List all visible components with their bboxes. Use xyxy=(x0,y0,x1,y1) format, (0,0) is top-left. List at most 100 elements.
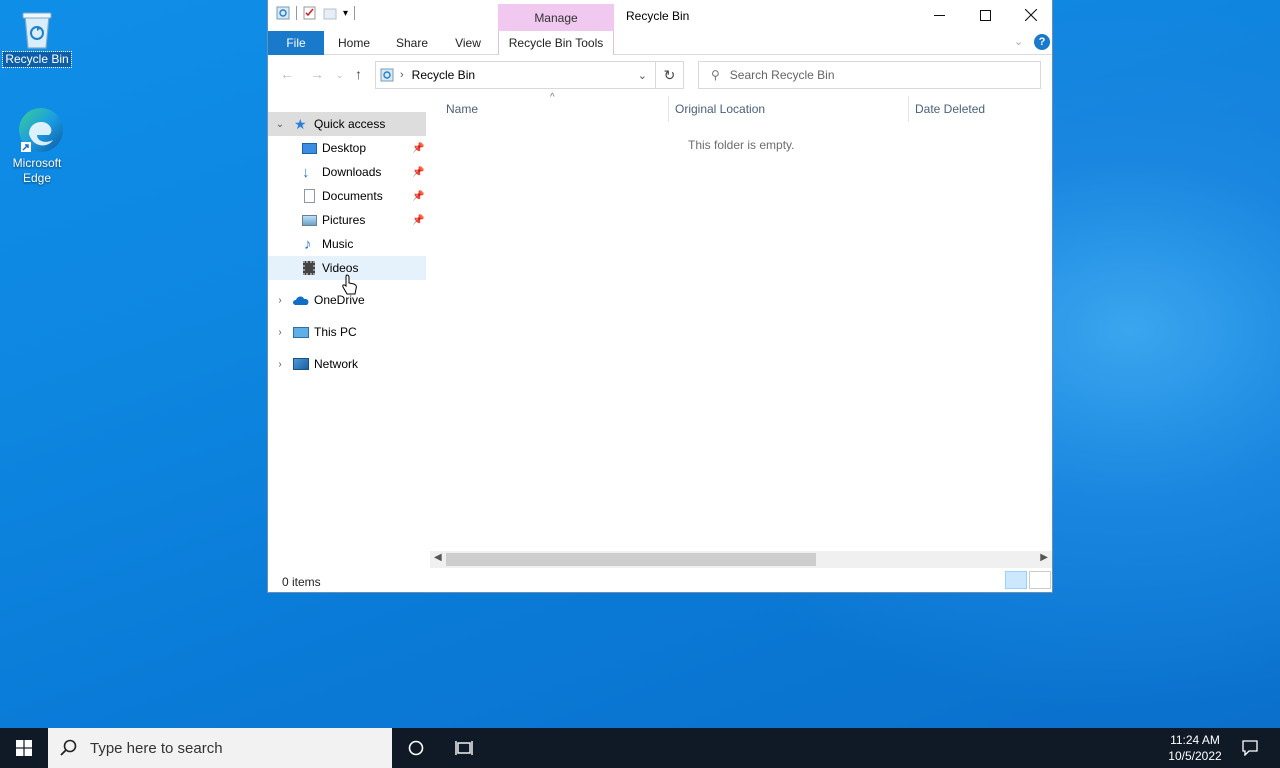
nav-item-label: Desktop xyxy=(322,141,367,155)
large-icons-view-icon[interactable] xyxy=(1029,571,1051,589)
maximize-button[interactable] xyxy=(962,0,1008,30)
close-button[interactable] xyxy=(1008,0,1054,30)
nav-item-label: This PC xyxy=(314,325,357,339)
manage-tab-group: Manage xyxy=(498,4,614,31)
network-icon xyxy=(293,358,309,370)
taskbar-search-placeholder: Type here to search xyxy=(90,739,223,757)
nav-item-documents[interactable]: Documents 📌 xyxy=(268,184,426,208)
tab-file[interactable]: File xyxy=(268,31,324,55)
clock-date: 10/5/2022 xyxy=(1168,749,1222,763)
chevron-right-icon[interactable]: › xyxy=(274,295,286,306)
nav-item-desktop[interactable]: Desktop 📌 xyxy=(268,136,426,160)
downloads-icon: ↓ xyxy=(302,163,310,181)
scroll-right-icon[interactable]: ▶ xyxy=(1040,552,1048,563)
chevron-right-icon[interactable]: › xyxy=(274,327,286,338)
refresh-button[interactable]: ↻ xyxy=(656,61,684,89)
system-clock[interactable]: 11:24 AM 10/5/2022 xyxy=(1160,732,1230,764)
minimize-button[interactable] xyxy=(916,0,962,30)
help-icon[interactable]: ? xyxy=(1034,34,1050,50)
navigation-pane: ⌄ ★ Quick access Desktop 📌 ↓ Downloads 📌… xyxy=(268,112,426,376)
nav-item-network[interactable]: › Network xyxy=(268,352,426,376)
chevron-right-icon[interactable]: › xyxy=(274,359,286,370)
clock-time: 11:24 AM xyxy=(1170,733,1220,747)
star-icon: ★ xyxy=(294,115,307,132)
pin-icon[interactable]: 📌 xyxy=(412,191,424,202)
tab-recycle-bin-tools[interactable]: Recycle Bin Tools xyxy=(498,31,614,55)
back-arrow-icon[interactable]: ← xyxy=(280,66,294,82)
start-button[interactable] xyxy=(0,728,48,768)
quick-access-toolbar: ▾ xyxy=(276,6,356,20)
nav-item-music[interactable]: ♪ Music xyxy=(268,232,426,256)
task-view-icon xyxy=(455,741,473,755)
status-item-count: 0 items xyxy=(282,575,321,589)
desktop-icon-label: Recycle Bin xyxy=(2,51,72,68)
properties-icon[interactable] xyxy=(303,6,317,20)
new-folder-icon[interactable] xyxy=(323,6,337,20)
scrollbar-thumb[interactable] xyxy=(446,553,816,566)
action-center-button[interactable] xyxy=(1226,728,1274,768)
tab-home[interactable]: Home xyxy=(330,31,378,55)
music-icon: ♪ xyxy=(304,235,312,253)
search-icon: ⚲ xyxy=(711,68,720,82)
recycle-bin-icon xyxy=(15,8,59,52)
nav-item-label: Quick access xyxy=(314,117,386,131)
ribbon-tabs: File Home Share View Recycle Bin Tools ⌄… xyxy=(268,31,1052,55)
videos-icon xyxy=(303,261,315,275)
nav-quick-access[interactable]: ⌄ ★ Quick access xyxy=(268,112,426,136)
desktop-icon-edge[interactable]: Microsoft Edge xyxy=(2,104,72,186)
nav-item-label: Music xyxy=(322,237,354,251)
nav-item-label: Videos xyxy=(322,261,359,275)
nav-item-pictures[interactable]: Pictures 📌 xyxy=(268,208,426,232)
address-dropdown-icon[interactable]: ⌄ xyxy=(638,69,647,82)
scroll-left-icon[interactable]: ◀ xyxy=(434,552,442,563)
view-switcher xyxy=(1005,571,1051,589)
search-icon xyxy=(60,739,77,756)
edge-icon xyxy=(15,104,63,156)
address-bar[interactable]: › Recycle Bin ⌄ xyxy=(375,61,656,89)
breadcrumb[interactable]: Recycle Bin xyxy=(412,68,475,82)
tab-share[interactable]: Share xyxy=(388,31,436,55)
refresh-icon: ↻ xyxy=(663,66,676,83)
separator xyxy=(296,6,297,20)
cortana-button[interactable] xyxy=(392,728,440,768)
desktop-icon-label: Edge xyxy=(22,171,52,185)
expand-ribbon-icon[interactable]: ⌄ xyxy=(1014,35,1023,48)
documents-icon xyxy=(304,189,315,203)
this-pc-icon xyxy=(293,326,309,338)
column-header-name[interactable]: Name xyxy=(446,96,478,122)
column-divider[interactable] xyxy=(668,96,669,122)
forward-arrow-icon[interactable]: → xyxy=(310,66,324,82)
column-header-original-location[interactable]: Original Location xyxy=(675,96,765,122)
empty-folder-message: This folder is empty. xyxy=(688,138,795,152)
nav-item-label: Downloads xyxy=(322,165,382,179)
title-bar: ▾ Manage Recycle Bin xyxy=(268,0,1052,31)
customize-toolbar-icon[interactable]: ▾ xyxy=(343,8,348,19)
recycle-bin-small-icon xyxy=(380,68,394,82)
hand-cursor-icon xyxy=(342,274,357,295)
nav-item-this-pc[interactable]: › This PC xyxy=(268,320,426,344)
search-placeholder: Search Recycle Bin xyxy=(729,68,835,82)
column-divider[interactable] xyxy=(908,96,909,122)
pin-icon[interactable]: 📌 xyxy=(412,143,424,154)
desktop-folder-icon xyxy=(302,142,317,154)
up-arrow-icon[interactable]: ↑ xyxy=(355,66,362,82)
nav-item-label: Documents xyxy=(322,189,383,203)
desktop-icon-label: Microsoft xyxy=(12,156,62,170)
windows-logo-icon xyxy=(16,740,32,756)
nav-item-label: Pictures xyxy=(322,213,366,227)
column-header-date-deleted[interactable]: Date Deleted xyxy=(915,96,985,122)
desktop-icon-recycle-bin[interactable]: Recycle Bin xyxy=(2,8,72,68)
recent-locations-icon[interactable]: ⌄ xyxy=(336,70,344,81)
sort-ascending-icon: ^ xyxy=(550,92,555,103)
tab-view[interactable]: View xyxy=(444,31,492,55)
pin-icon[interactable]: 📌 xyxy=(412,215,424,226)
task-view-button[interactable] xyxy=(440,728,488,768)
search-input[interactable]: ⚲ Search Recycle Bin xyxy=(698,61,1041,89)
details-view-icon[interactable] xyxy=(1005,571,1027,589)
taskbar-search-box[interactable]: Type here to search xyxy=(48,728,392,768)
pictures-icon xyxy=(302,214,317,226)
horizontal-scrollbar[interactable]: ◀ ▶ xyxy=(430,551,1052,568)
pin-icon[interactable]: 📌 xyxy=(412,167,424,178)
nav-item-downloads[interactable]: ↓ Downloads 📌 xyxy=(268,160,426,184)
chevron-down-icon[interactable]: ⌄ xyxy=(274,119,286,130)
